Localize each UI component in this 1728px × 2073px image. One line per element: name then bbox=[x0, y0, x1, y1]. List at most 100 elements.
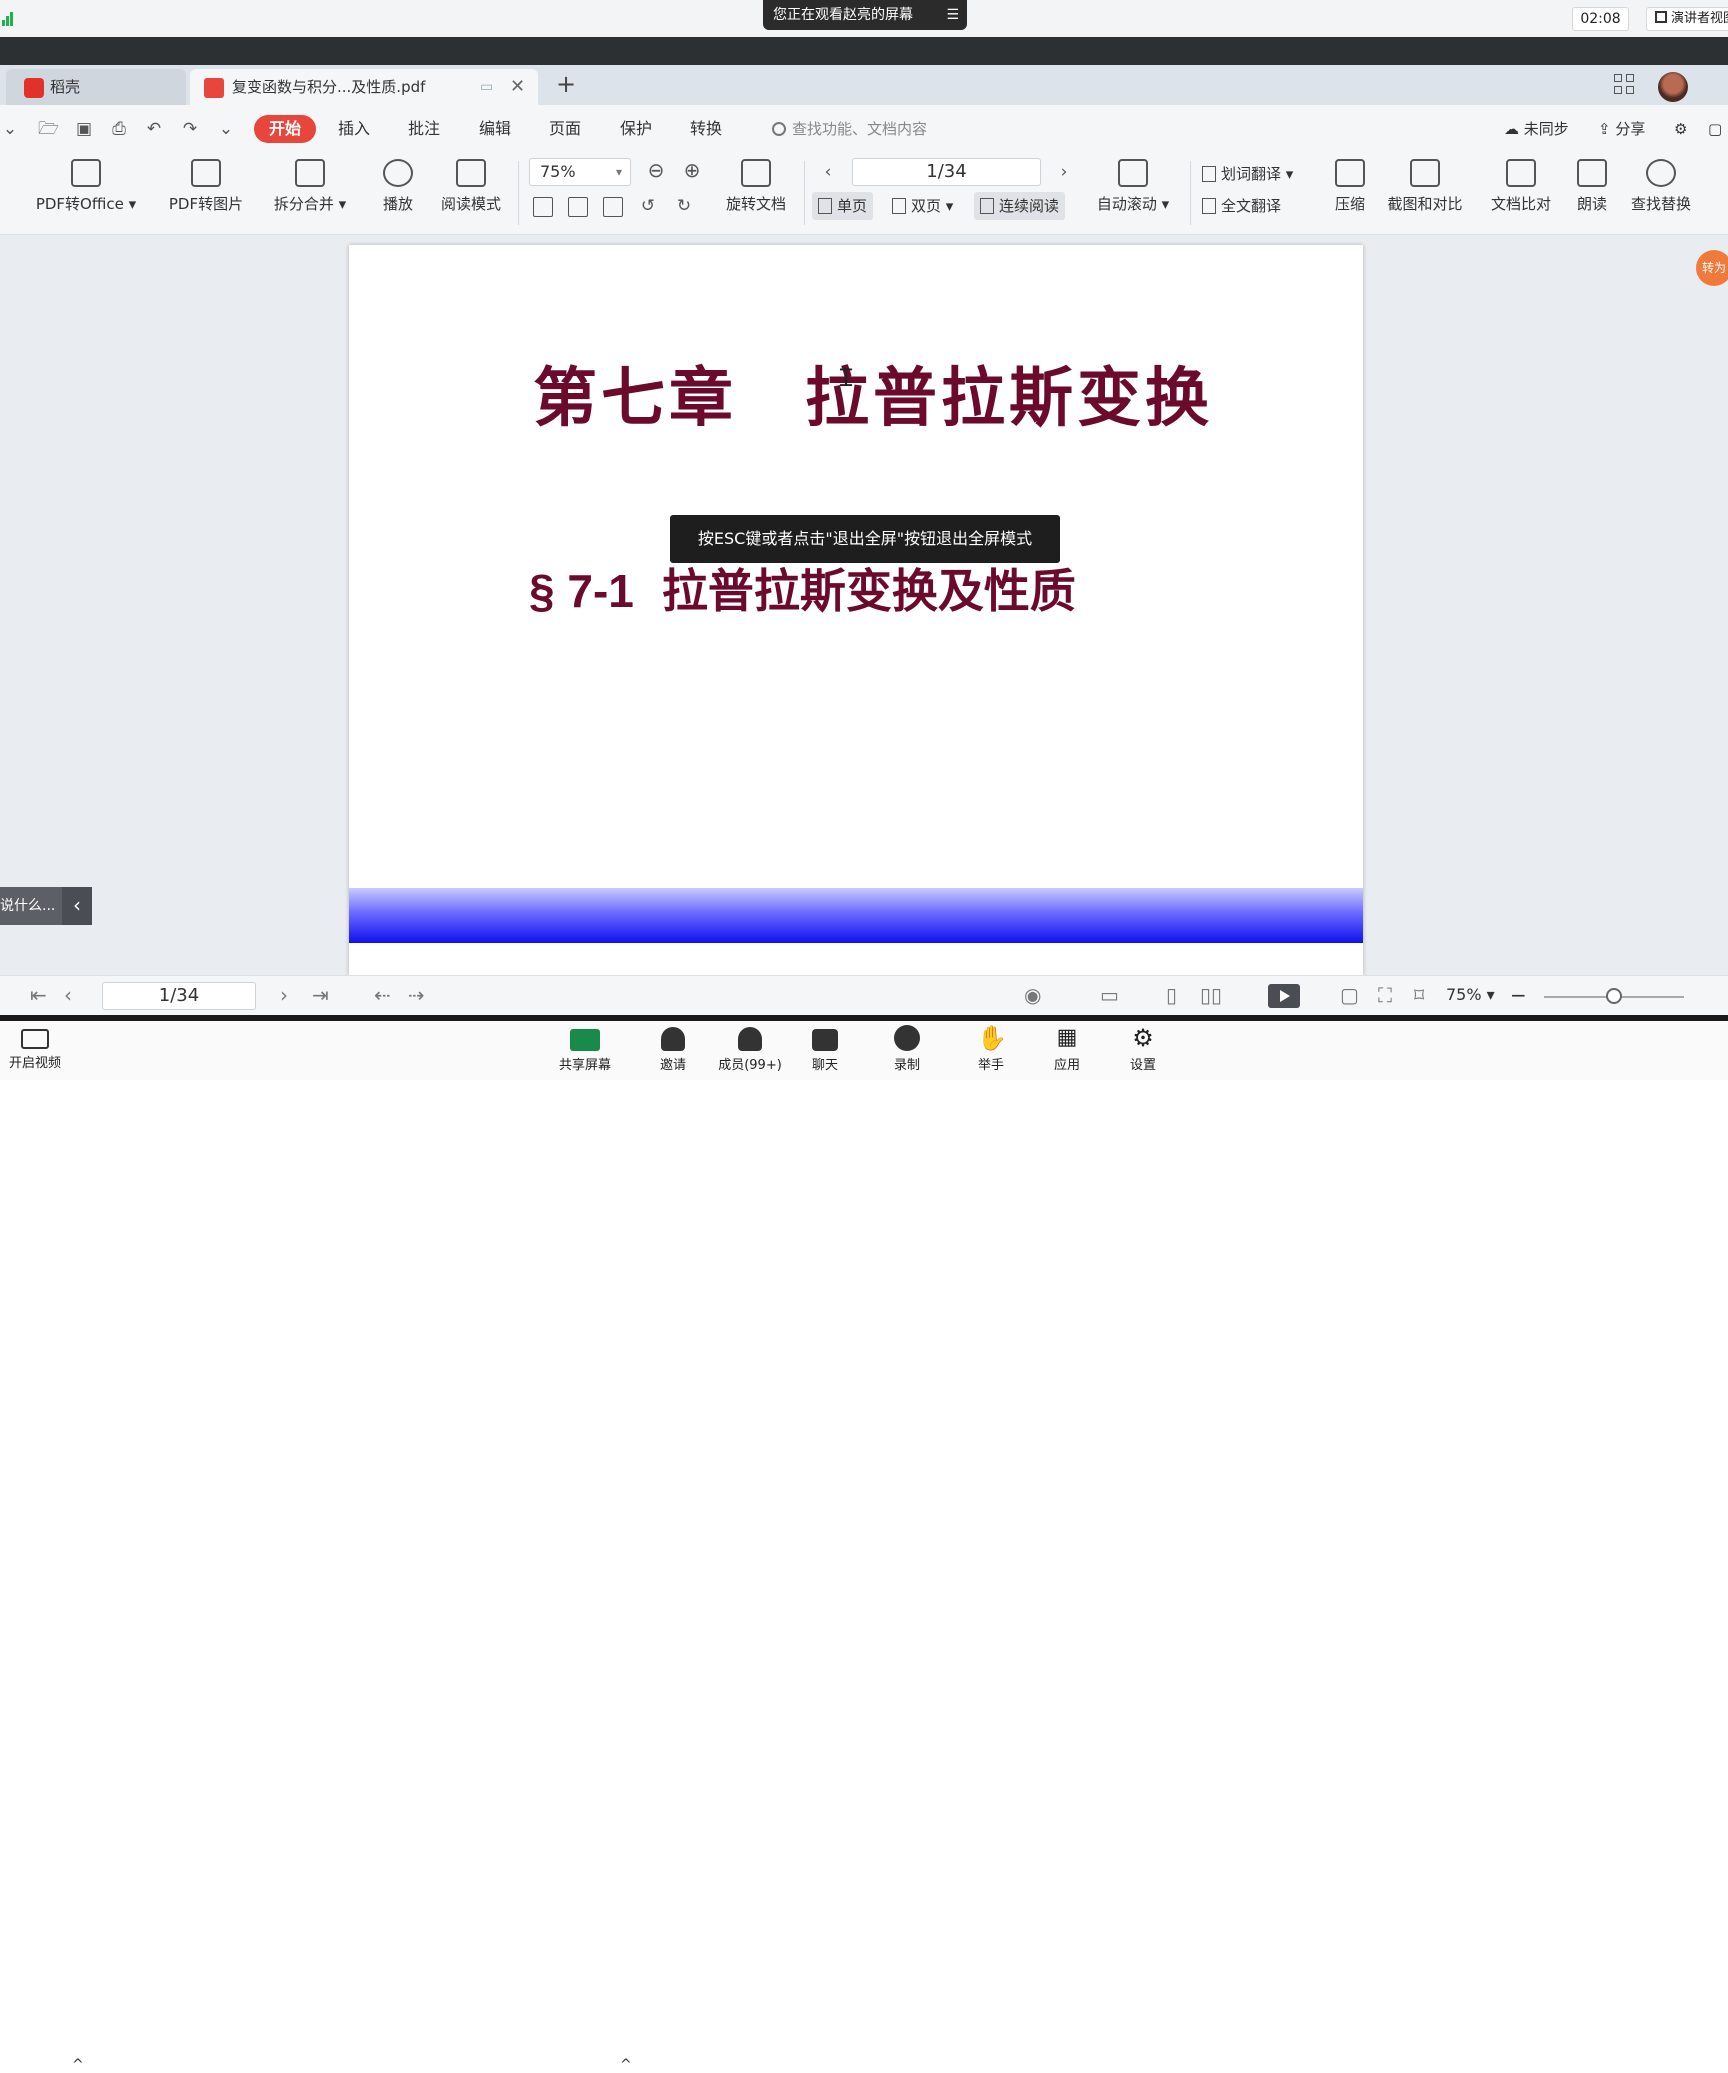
open-folder-icon[interactable]: 🗁 bbox=[38, 119, 59, 139]
chat-input-collapsed[interactable]: 说什么... ‹ bbox=[0, 887, 92, 925]
chevron-up-icon[interactable]: ^ bbox=[620, 2057, 632, 2073]
menu-convert[interactable]: 转换 bbox=[690, 115, 722, 143]
monitor-icon[interactable]: ▭ bbox=[480, 69, 493, 105]
record-button[interactable]: 录制 bbox=[872, 1025, 942, 1073]
comment-icon[interactable]: ▢ bbox=[1708, 115, 1722, 143]
fit-width-icon[interactable]: ⌑ bbox=[1414, 984, 1424, 1006]
forward-view-icon[interactable]: ⇢ bbox=[408, 984, 425, 1006]
rotate-left-icon[interactable]: ↺ bbox=[638, 196, 658, 216]
next-page-icon[interactable]: › bbox=[1054, 162, 1074, 182]
split-merge-button[interactable]: 拆分合并 ▾ bbox=[268, 159, 352, 214]
prev-page-icon[interactable]: ‹ bbox=[64, 984, 72, 1006]
status-zoom[interactable]: 75% ▾ bbox=[1446, 984, 1495, 1006]
chevron-down-icon[interactable]: ⌄ bbox=[0, 119, 20, 139]
menu-annotate[interactable]: 批注 bbox=[408, 115, 440, 143]
fullscreen-tooltip: 按ESC键或者点击"退出全屏"按钮退出全屏模式 bbox=[670, 515, 1060, 563]
function-search[interactable]: 查找功能、文档内容 bbox=[772, 115, 927, 143]
menu-start[interactable]: 开始 bbox=[254, 115, 316, 143]
grid-view-icon[interactable] bbox=[1614, 74, 1636, 96]
rotate-doc-button[interactable]: 旋转文档 bbox=[720, 159, 792, 214]
zoom-in-icon[interactable]: ⊕ bbox=[682, 160, 702, 180]
play-slideshow-button[interactable] bbox=[1268, 984, 1300, 1008]
fit-page-icon[interactable] bbox=[568, 197, 588, 217]
read-aloud-button[interactable]: 朗读 bbox=[1572, 159, 1612, 214]
continuous-view-icon[interactable]: ▭ bbox=[1100, 984, 1119, 1006]
menu-edit[interactable]: 编辑 bbox=[479, 115, 511, 143]
search-icon bbox=[1646, 159, 1676, 187]
raise-hand-button[interactable]: ✋ 举手 bbox=[956, 1025, 1026, 1073]
play-button[interactable]: 播放 bbox=[376, 159, 420, 214]
actual-size-icon[interactable] bbox=[533, 197, 553, 217]
pdf-to-office-button[interactable]: PDF转Office ▾ bbox=[30, 159, 142, 214]
single-page-button[interactable]: 单页 bbox=[812, 192, 874, 220]
pdf-page: 第七章 拉普拉斯变换 § 7-1 拉普拉斯变换及性质 bbox=[349, 245, 1363, 975]
read-mode-button[interactable]: 阅读模式 bbox=[436, 159, 506, 214]
sync-status[interactable]: ☁ 未同步 bbox=[1504, 115, 1569, 143]
customize-icon[interactable]: ⌄ bbox=[216, 119, 236, 139]
back-view-icon[interactable]: ⇠ bbox=[374, 984, 391, 1006]
share-screen-button[interactable]: 共享屏幕 bbox=[550, 1025, 620, 1073]
compress-button[interactable]: 压缩 bbox=[1330, 159, 1370, 214]
share-button[interactable]: ⇪ 分享 bbox=[1598, 115, 1645, 143]
double-page-view-icon[interactable]: ▯▯ bbox=[1200, 984, 1222, 1006]
zoom-select[interactable]: 75% ▾ bbox=[529, 158, 631, 186]
zoom-minus-icon[interactable]: − bbox=[1510, 984, 1527, 1006]
play-icon bbox=[383, 159, 413, 187]
presenter-view-label: 演讲者视图 bbox=[1671, 11, 1728, 26]
double-page-button[interactable]: 双页 ▾ bbox=[886, 192, 959, 220]
screenshot-compare-button[interactable]: 截图和对比 bbox=[1382, 159, 1468, 214]
sync-label: 未同步 bbox=[1523, 120, 1569, 138]
zoom-slider-handle[interactable] bbox=[1606, 988, 1622, 1004]
save-icon[interactable]: ▣ bbox=[74, 119, 94, 139]
apps-button[interactable]: ▦ 应用 bbox=[1032, 1025, 1102, 1073]
avatar[interactable] bbox=[1658, 72, 1688, 102]
find-replace-button[interactable]: 查找替换 bbox=[1626, 159, 1696, 214]
ribbon-divider bbox=[518, 161, 519, 225]
zoom-out-icon[interactable]: ⊖ bbox=[646, 160, 666, 180]
auto-scroll-label: 自动滚动 bbox=[1096, 195, 1157, 213]
meeting-settings-button[interactable]: ⚙ 设置 bbox=[1108, 1025, 1178, 1073]
prev-page-icon[interactable]: ‹ bbox=[818, 162, 838, 182]
tab-document[interactable]: 复变函数与积分...及性质.pdf ▭ ✕ bbox=[190, 69, 538, 105]
menu-protect[interactable]: 保护 bbox=[620, 115, 652, 143]
fit-width-icon[interactable] bbox=[603, 197, 623, 217]
menu-icon[interactable]: ☰ bbox=[946, 0, 959, 30]
doc-compare-button[interactable]: 文档比对 bbox=[1486, 159, 1556, 214]
menu-page[interactable]: 页面 bbox=[549, 115, 581, 143]
page-number-input[interactable]: 1/34 bbox=[852, 158, 1041, 186]
presenter-view-button[interactable]: 演讲者视图 bbox=[1646, 7, 1728, 31]
menu-row: ⌄ 🗁 ▣ ⎙ ↶ ↷ ⌄ 开始 插入 批注 编辑 页面 保护 转换 查找功能、… bbox=[0, 105, 1728, 153]
pdf-to-image-button[interactable]: PDF转图片 bbox=[164, 159, 248, 214]
print-icon[interactable]: ⎙ bbox=[109, 119, 129, 139]
actual-size-icon[interactable]: ▢ bbox=[1340, 984, 1359, 1006]
undo-icon[interactable]: ↶ bbox=[144, 119, 164, 139]
menu-insert[interactable]: 插入 bbox=[338, 115, 370, 143]
settings-icon[interactable]: ⚙ bbox=[1674, 115, 1687, 143]
rotate-right-icon[interactable]: ↻ bbox=[674, 196, 694, 216]
viewing-banner[interactable]: 您正在观看赵亮的屏幕 ☰ bbox=[763, 0, 967, 30]
invite-button[interactable]: 邀请 bbox=[638, 1025, 708, 1073]
status-page-input[interactable]: 1/34 bbox=[102, 982, 256, 1010]
chat-button[interactable]: 聊天 bbox=[790, 1025, 860, 1073]
next-page-icon[interactable]: › bbox=[280, 984, 288, 1006]
fit-page-icon[interactable]: ⛶ bbox=[1378, 984, 1392, 1006]
members-button[interactable]: 成员(99+) bbox=[714, 1025, 786, 1073]
auto-scroll-button[interactable]: 自动滚动 ▾ bbox=[1088, 159, 1178, 214]
eye-protection-icon[interactable]: ◉ bbox=[1024, 984, 1041, 1006]
start-video-button[interactable]: 开启视频 bbox=[0, 1025, 70, 1071]
tab-bar: 稻壳 复变函数与积分...及性质.pdf ▭ ✕ bbox=[0, 65, 1728, 105]
close-tab-icon[interactable]: ✕ bbox=[510, 69, 525, 105]
full-translate-button[interactable]: 全文翻译 bbox=[1196, 192, 1287, 220]
convert-badge[interactable]: 转为 bbox=[1696, 250, 1728, 286]
redo-icon[interactable]: ↷ bbox=[180, 119, 200, 139]
word-translate-button[interactable]: 划词翻译 ▾ bbox=[1196, 160, 1299, 188]
new-tab-button[interactable]: + bbox=[556, 65, 576, 105]
chevron-up-icon[interactable]: ^ bbox=[72, 2057, 84, 2073]
chevron-left-icon[interactable]: ‹ bbox=[62, 887, 92, 925]
first-page-icon[interactable]: ⇤ bbox=[30, 984, 47, 1006]
last-page-icon[interactable]: ⇥ bbox=[312, 984, 329, 1006]
single-page-view-icon[interactable]: ▯ bbox=[1166, 984, 1177, 1006]
continuous-read-button[interactable]: 连续阅读 bbox=[974, 192, 1066, 220]
read-aloud-icon bbox=[1577, 159, 1607, 187]
tab-home[interactable]: 稻壳 bbox=[6, 69, 186, 105]
